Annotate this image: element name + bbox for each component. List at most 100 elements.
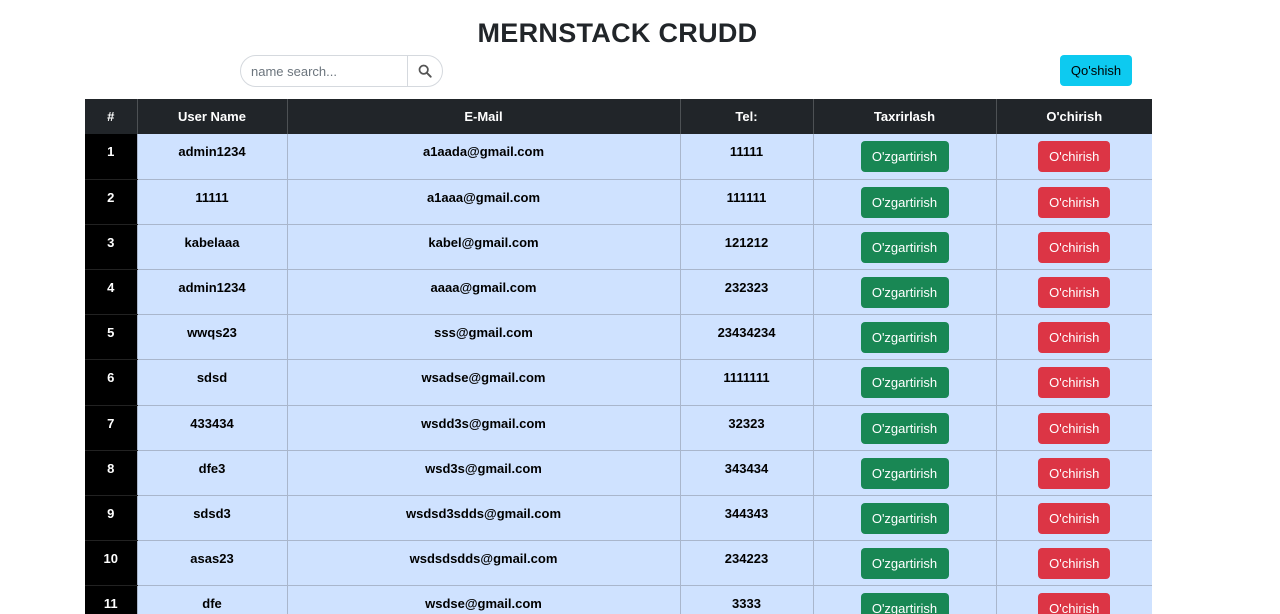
delete-cell: O'chirish — [995, 134, 1152, 180]
email-cell: wsdsdsdds@gmail.com — [286, 540, 680, 587]
edit-cell: O'zgartirish — [812, 314, 996, 361]
user-name-cell: 433434 — [136, 405, 287, 451]
email-cell: wsdse@gmail.com — [286, 585, 680, 614]
delete-button[interactable]: O'chirish — [1038, 231, 1111, 263]
edit-cell: O'zgartirish — [812, 269, 996, 316]
tel-cell: 343434 — [679, 450, 813, 497]
user-name-cell: asas23 — [136, 540, 287, 587]
edit-button[interactable]: O'zgartirish — [860, 412, 949, 444]
row-number: 10 — [85, 540, 137, 587]
row-number: 9 — [85, 495, 137, 542]
users-table: # User Name E-Mail Tel: Taxrirlash O'chi… — [85, 99, 1152, 614]
search-box — [240, 55, 443, 87]
column-header-number: # — [85, 99, 137, 134]
edit-cell: O'zgartirish — [812, 359, 996, 406]
row-number: 6 — [85, 359, 137, 406]
delete-cell: O'chirish — [995, 269, 1152, 316]
table-row: 2 11111 a1aaa@gmail.com 111111 O'zgartirish O… — [85, 179, 1152, 225]
delete-button[interactable]: O'chirish — [1038, 367, 1111, 399]
search-icon — [418, 64, 432, 78]
row-number: 4 — [85, 269, 137, 316]
row-number: 2 — [85, 179, 137, 225]
table-row: 10 asas23 wsdsdsdds@gmail.com 234223 O'zgart… — [85, 540, 1152, 587]
edit-button[interactable]: O'zgartirish — [860, 593, 949, 614]
delete-button[interactable]: O'chirish — [1038, 412, 1111, 444]
tel-cell: 232323 — [679, 269, 813, 316]
delete-cell: O'chirish — [995, 179, 1152, 225]
edit-button[interactable]: O'zgartirish — [860, 141, 949, 172]
edit-button[interactable]: O'zgartirish — [860, 503, 949, 534]
tel-cell: 32323 — [679, 405, 813, 451]
delete-button[interactable]: O'chirish — [1038, 548, 1111, 580]
tel-cell: 344343 — [679, 495, 813, 542]
edit-cell: O'zgartirish — [812, 405, 996, 451]
delete-button[interactable]: O'chirish — [1038, 322, 1111, 354]
table-header-row: # User Name E-Mail Tel: Taxrirlash O'chi… — [85, 99, 1152, 134]
table-row: 7 433434 wsdd3s@gmail.com 32323 O'zgartirish… — [85, 405, 1152, 451]
edit-button[interactable]: O'zgartirish — [860, 548, 949, 580]
search-button[interactable] — [407, 56, 442, 86]
email-cell: sss@gmail.com — [286, 314, 680, 361]
tel-cell: 234223 — [679, 540, 813, 587]
tel-cell: 3333 — [679, 585, 813, 614]
delete-button[interactable]: O'chirish — [1038, 277, 1111, 309]
edit-cell: O'zgartirish — [812, 179, 996, 225]
row-number: 7 — [85, 405, 137, 451]
tel-cell: 23434234 — [679, 314, 813, 361]
delete-cell: O'chirish — [995, 224, 1152, 271]
user-name-cell: admin1234 — [136, 269, 287, 316]
edit-button[interactable]: O'zgartirish — [860, 231, 949, 263]
email-cell: wsdsd3sdds@gmail.com — [286, 495, 680, 542]
delete-cell: O'chirish — [995, 495, 1152, 542]
edit-button[interactable]: O'zgartirish — [860, 186, 949, 218]
search-input[interactable] — [241, 56, 407, 86]
row-number: 8 — [85, 450, 137, 497]
edit-button[interactable]: O'zgartirish — [860, 457, 949, 489]
delete-cell: O'chirish — [995, 359, 1152, 406]
tel-cell: 121212 — [679, 224, 813, 271]
delete-button[interactable]: O'chirish — [1038, 141, 1111, 172]
edit-cell: O'zgartirish — [812, 450, 996, 497]
delete-cell: O'chirish — [995, 585, 1152, 614]
delete-button[interactable]: O'chirish — [1038, 593, 1111, 614]
edit-button[interactable]: O'zgartirish — [860, 367, 949, 399]
column-header-tel: Tel: — [679, 99, 813, 134]
table-row: 4 admin1234 aaaa@gmail.com 232323 O'zgartiri… — [85, 269, 1152, 316]
email-cell: kabel@gmail.com — [286, 224, 680, 271]
tel-cell: 1111111 — [679, 359, 813, 406]
page-title: MERNSTACK CRUDD — [477, 18, 758, 48]
edit-cell: O'zgartirish — [812, 540, 996, 587]
column-header-email: E-Mail — [286, 99, 680, 134]
delete-button[interactable]: O'chirish — [1038, 186, 1111, 218]
email-cell: a1aada@gmail.com — [286, 134, 680, 180]
email-cell: a1aaa@gmail.com — [286, 179, 680, 225]
column-header-edit: Taxrirlash — [812, 99, 996, 134]
row-number: 11 — [85, 585, 137, 614]
edit-cell: O'zgartirish — [812, 495, 996, 542]
table-row: 11 dfe wsdse@gmail.com 3333 O'zgartirish O'ch… — [85, 585, 1152, 614]
table-row: 3 kabelaaa kabel@gmail.com 121212 O'zgartiri… — [85, 224, 1152, 271]
column-header-delete: O'chirish — [995, 99, 1152, 134]
user-name-cell: sdsd3 — [136, 495, 287, 542]
add-user-button[interactable]: Qo'shish — [1060, 55, 1132, 86]
table-row: 9 sdsd3 wsdsd3sdds@gmail.com 344343 O'zgarti… — [85, 495, 1152, 542]
row-number: 3 — [85, 224, 137, 271]
delete-cell: O'chirish — [995, 540, 1152, 587]
delete-cell: O'chirish — [995, 405, 1152, 451]
row-number: 1 — [85, 134, 137, 180]
email-cell: wsd3s@gmail.com — [286, 450, 680, 497]
table-row: 5 wwqs23 sss@gmail.com 23434234 O'zgartirish… — [85, 314, 1152, 361]
edit-cell: O'zgartirish — [812, 134, 996, 180]
edit-cell: O'zgartirish — [812, 585, 996, 614]
edit-button[interactable]: O'zgartirish — [860, 277, 949, 309]
user-name-cell: 11111 — [136, 179, 287, 225]
delete-button[interactable]: O'chirish — [1038, 503, 1111, 534]
user-name-cell: wwqs23 — [136, 314, 287, 361]
delete-button[interactable]: O'chirish — [1038, 457, 1111, 489]
user-name-cell: dfe3 — [136, 450, 287, 497]
edit-button[interactable]: O'zgartirish — [860, 322, 949, 354]
table-row: 8 dfe3 wsd3s@gmail.com 343434 O'zgartirish O'… — [85, 450, 1152, 497]
email-cell: aaaa@gmail.com — [286, 269, 680, 316]
user-name-cell: sdsd — [136, 359, 287, 406]
user-name-cell: admin1234 — [136, 134, 287, 180]
